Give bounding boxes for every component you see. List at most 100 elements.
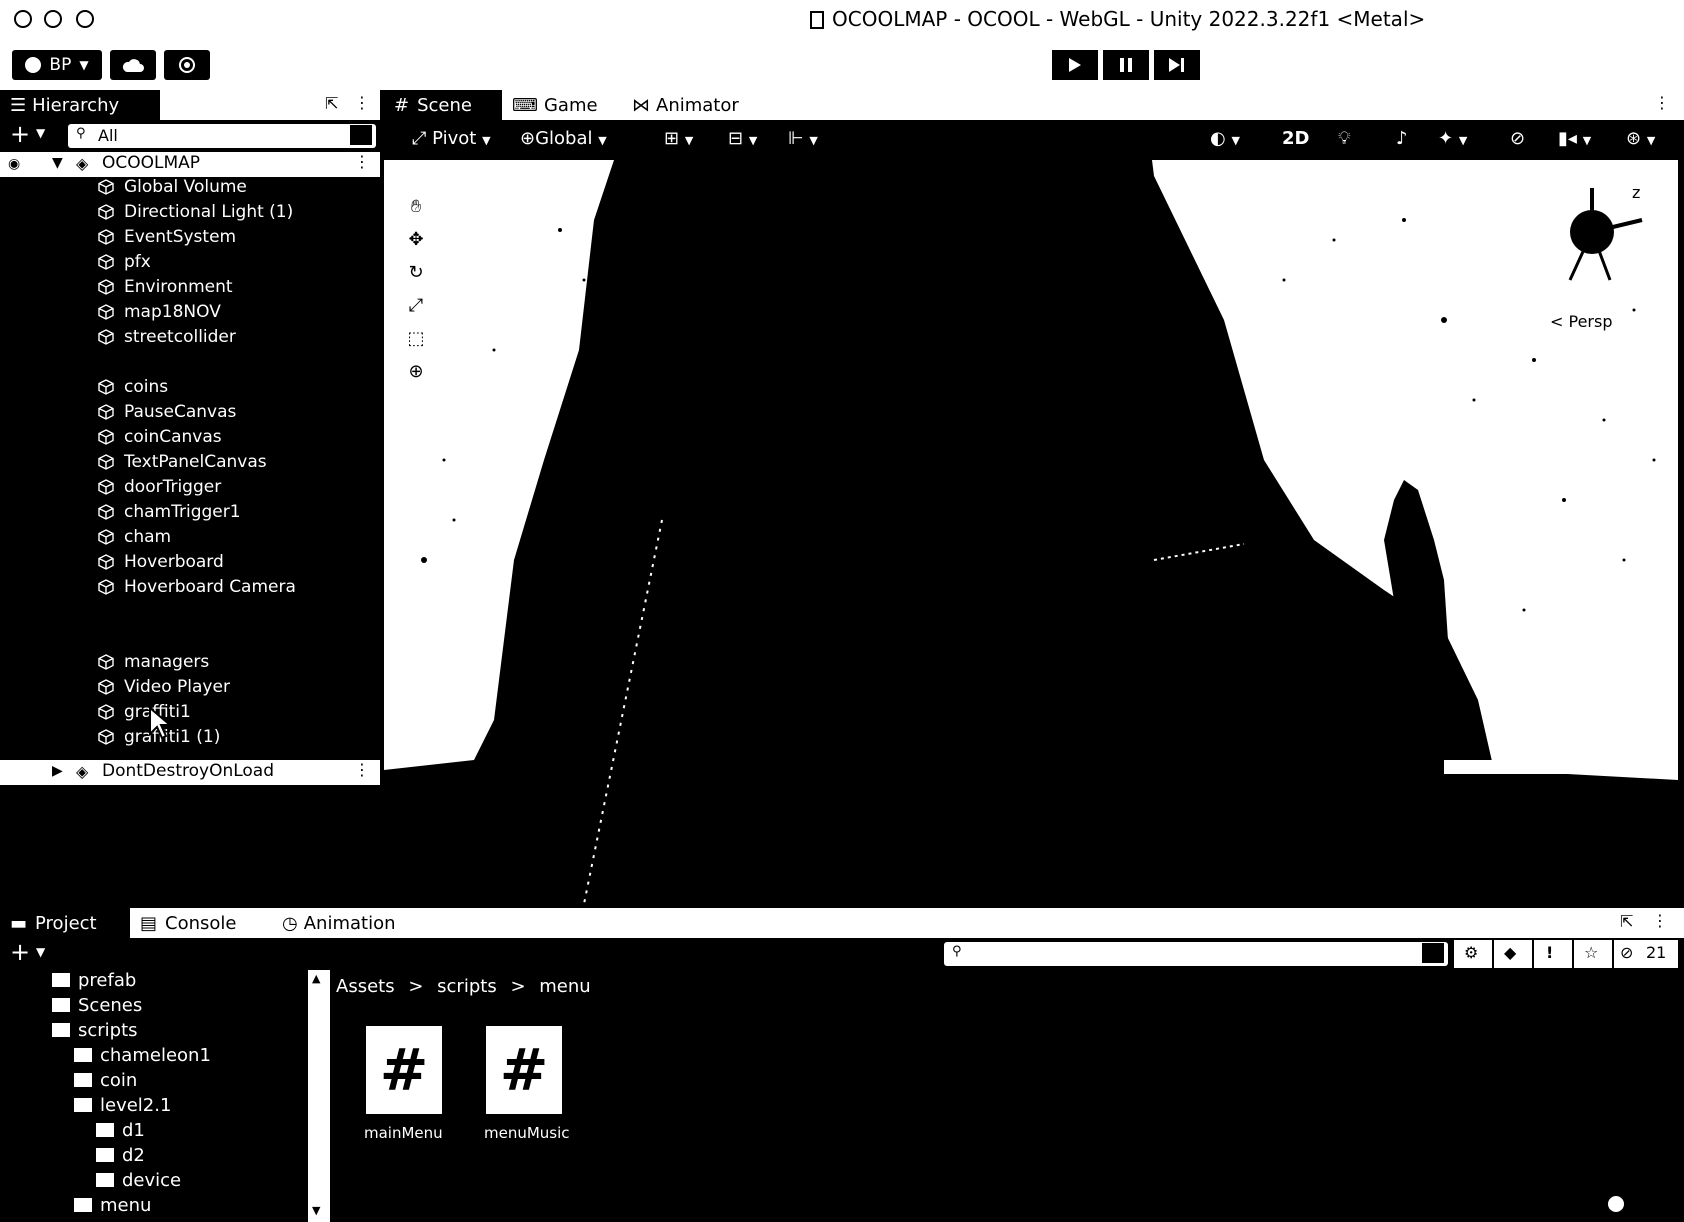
- zoom-slider-handle[interactable]: [1608, 1196, 1624, 1212]
- tab-game[interactable]: ⌨ Game: [502, 90, 632, 120]
- filter-by-type-button[interactable]: ⚙: [1454, 940, 1492, 968]
- hierarchy-item[interactable]: Environment: [0, 276, 380, 301]
- hierarchy-item[interactable]: doorTrigger: [0, 476, 380, 501]
- toggle-2d-button[interactable]: 2D: [1282, 128, 1309, 149]
- breadcrumb-menu[interactable]: menu: [539, 976, 590, 997]
- step-button[interactable]: [1154, 50, 1200, 80]
- transform-tool-button[interactable]: ⊕: [392, 355, 440, 387]
- hierarchy-item[interactable]: EventSystem: [0, 226, 380, 251]
- breadcrumb-assets[interactable]: Assets: [336, 976, 395, 997]
- project-folder[interactable]: d2: [96, 1145, 145, 1166]
- project-folder[interactable]: coin: [74, 1070, 137, 1091]
- project-folder[interactable]: level2.1: [74, 1095, 171, 1116]
- tab-scene[interactable]: # Scene: [384, 90, 512, 120]
- lighting-icon[interactable]: 💡︎: [1338, 128, 1351, 149]
- dontdestroy-row[interactable]: ▶ ◈ DontDestroyOnLoad ⋮: [0, 760, 380, 785]
- hand-tool-button[interactable]: ✋︎: [392, 190, 440, 222]
- tab-project[interactable]: ▬ Project: [0, 908, 136, 938]
- more-menu-icon[interactable]: ⋮: [354, 760, 370, 779]
- hierarchy-item[interactable]: map18NOV: [0, 301, 380, 326]
- project-folder[interactable]: menu: [74, 1195, 151, 1216]
- settings-button[interactable]: [164, 50, 210, 80]
- hierarchy-item[interactable]: chamTrigger1: [0, 501, 380, 526]
- global-dropdown[interactable]: ⊕Global ▼: [520, 128, 607, 149]
- hierarchy-item[interactable]: graffiti1 (1): [0, 726, 380, 751]
- more-menu-icon[interactable]: ⋮: [1654, 93, 1670, 112]
- scale-tool-button[interactable]: ⤢: [392, 289, 440, 321]
- grid-snap-dropdown[interactable]: ⊞ ▼: [664, 128, 693, 149]
- hierarchy-item[interactable]: streetcollider: [0, 326, 380, 351]
- lock-icon[interactable]: ⇱: [325, 94, 338, 113]
- csharp-script-icon[interactable]: #: [366, 1026, 442, 1114]
- play-button[interactable]: [1052, 50, 1098, 80]
- hierarchy-item[interactable]: Video Player: [0, 676, 380, 701]
- more-menu-icon[interactable]: ⋮: [354, 152, 370, 171]
- snap-increment-dropdown[interactable]: ⊟ ▼: [728, 128, 757, 149]
- camera-dropdown[interactable]: ▮◂ ▼: [1558, 128, 1591, 149]
- hierarchy-item[interactable]: coinCanvas: [0, 426, 380, 451]
- search-mode-icon[interactable]: [1422, 943, 1444, 963]
- pivot-dropdown[interactable]: ⤢ Pivot ▼: [412, 128, 491, 149]
- minimize-window-button[interactable]: [44, 10, 62, 28]
- hierarchy-search[interactable]: ⚲ All: [68, 124, 376, 148]
- hierarchy-item[interactable]: managers: [0, 651, 380, 676]
- project-folder[interactable]: scripts: [52, 1020, 138, 1041]
- rect-tool-button[interactable]: ⬚: [392, 322, 440, 354]
- breadcrumb-scripts[interactable]: scripts: [437, 976, 497, 997]
- lock-icon[interactable]: ⇱: [1620, 912, 1633, 931]
- hierarchy-item[interactable]: cham: [0, 526, 380, 551]
- shading-mode-dropdown[interactable]: ◐ ▼: [1210, 128, 1240, 149]
- search-mode-icon[interactable]: [350, 125, 372, 145]
- tab-hierarchy[interactable]: ☰ Hierarchy: [0, 90, 160, 120]
- add-object-button[interactable]: +: [10, 120, 30, 148]
- csharp-script-icon[interactable]: #: [486, 1026, 562, 1114]
- hierarchy-item[interactable]: graffiti1: [0, 701, 380, 726]
- hierarchy-item[interactable]: Hoverboard Camera: [0, 576, 380, 601]
- project-search-input[interactable]: ⚲: [944, 942, 1448, 966]
- audio-icon[interactable]: ♪: [1396, 128, 1408, 149]
- scene-root-row[interactable]: ◉ ▼ ◈ OCOOLMAP ⋮: [0, 152, 380, 177]
- ruler-dropdown[interactable]: ⊩ ▼: [788, 128, 818, 149]
- eye-icon[interactable]: ◉: [8, 156, 20, 172]
- project-folder[interactable]: d1: [96, 1120, 145, 1141]
- hierarchy-item[interactable]: Hoverboard: [0, 551, 380, 576]
- project-folder[interactable]: Scenes: [52, 995, 142, 1016]
- scroll-up-icon[interactable]: ▲: [312, 972, 320, 985]
- gizmos-dropdown[interactable]: ⊛ ▼: [1626, 128, 1655, 149]
- filter-by-label-button[interactable]: ◆: [1494, 940, 1532, 968]
- projection-label[interactable]: < Persp: [1550, 312, 1612, 331]
- more-menu-icon[interactable]: ⋮: [354, 93, 370, 112]
- hierarchy-item[interactable]: TextPanelCanvas: [0, 451, 380, 476]
- expanded-arrow-icon[interactable]: ▼: [52, 155, 63, 171]
- more-menu-icon[interactable]: ⋮: [1652, 911, 1668, 930]
- cloud-button[interactable]: [110, 50, 156, 80]
- hierarchy-item[interactable]: PauseCanvas: [0, 401, 380, 426]
- create-asset-button[interactable]: +: [10, 938, 30, 966]
- filter-log-button[interactable]: !: [1534, 940, 1572, 968]
- project-folder[interactable]: prefab: [52, 970, 136, 991]
- favorite-button[interactable]: ☆: [1574, 940, 1612, 968]
- scene-orientation-gizmo[interactable]: z: [1540, 180, 1650, 290]
- zoom-window-button[interactable]: [76, 10, 94, 28]
- project-folder[interactable]: device: [96, 1170, 181, 1191]
- tab-animator[interactable]: ⋈ Animator: [622, 90, 782, 120]
- tab-animation[interactable]: ◷ Animation: [272, 908, 432, 938]
- project-tree-scrollbar[interactable]: ▲ ▼: [308, 970, 328, 1222]
- scene-viewport[interactable]: [384, 160, 1678, 904]
- scroll-down-icon[interactable]: ▼: [312, 1204, 320, 1217]
- account-dropdown[interactable]: BP ▼: [12, 50, 102, 80]
- search-input[interactable]: All: [98, 126, 118, 145]
- effects-dropdown[interactable]: ✦ ▼: [1438, 128, 1467, 149]
- hierarchy-item[interactable]: Global Volume: [0, 176, 380, 201]
- close-window-button[interactable]: [14, 10, 32, 28]
- hierarchy-item[interactable]: pfx: [0, 251, 380, 276]
- pause-button[interactable]: [1103, 50, 1149, 80]
- hierarchy-item[interactable]: coins: [0, 376, 380, 401]
- visibility-icon[interactable]: ⊘: [1510, 128, 1525, 149]
- project-folder[interactable]: chameleon1: [74, 1045, 211, 1066]
- rotate-tool-button[interactable]: ↻: [392, 256, 440, 288]
- hierarchy-item[interactable]: Directional Light (1): [0, 201, 380, 226]
- move-tool-button[interactable]: ✥: [392, 223, 440, 255]
- collapsed-arrow-icon[interactable]: ▶: [52, 763, 63, 779]
- hidden-packages-button[interactable]: ⊘ 21: [1614, 940, 1678, 968]
